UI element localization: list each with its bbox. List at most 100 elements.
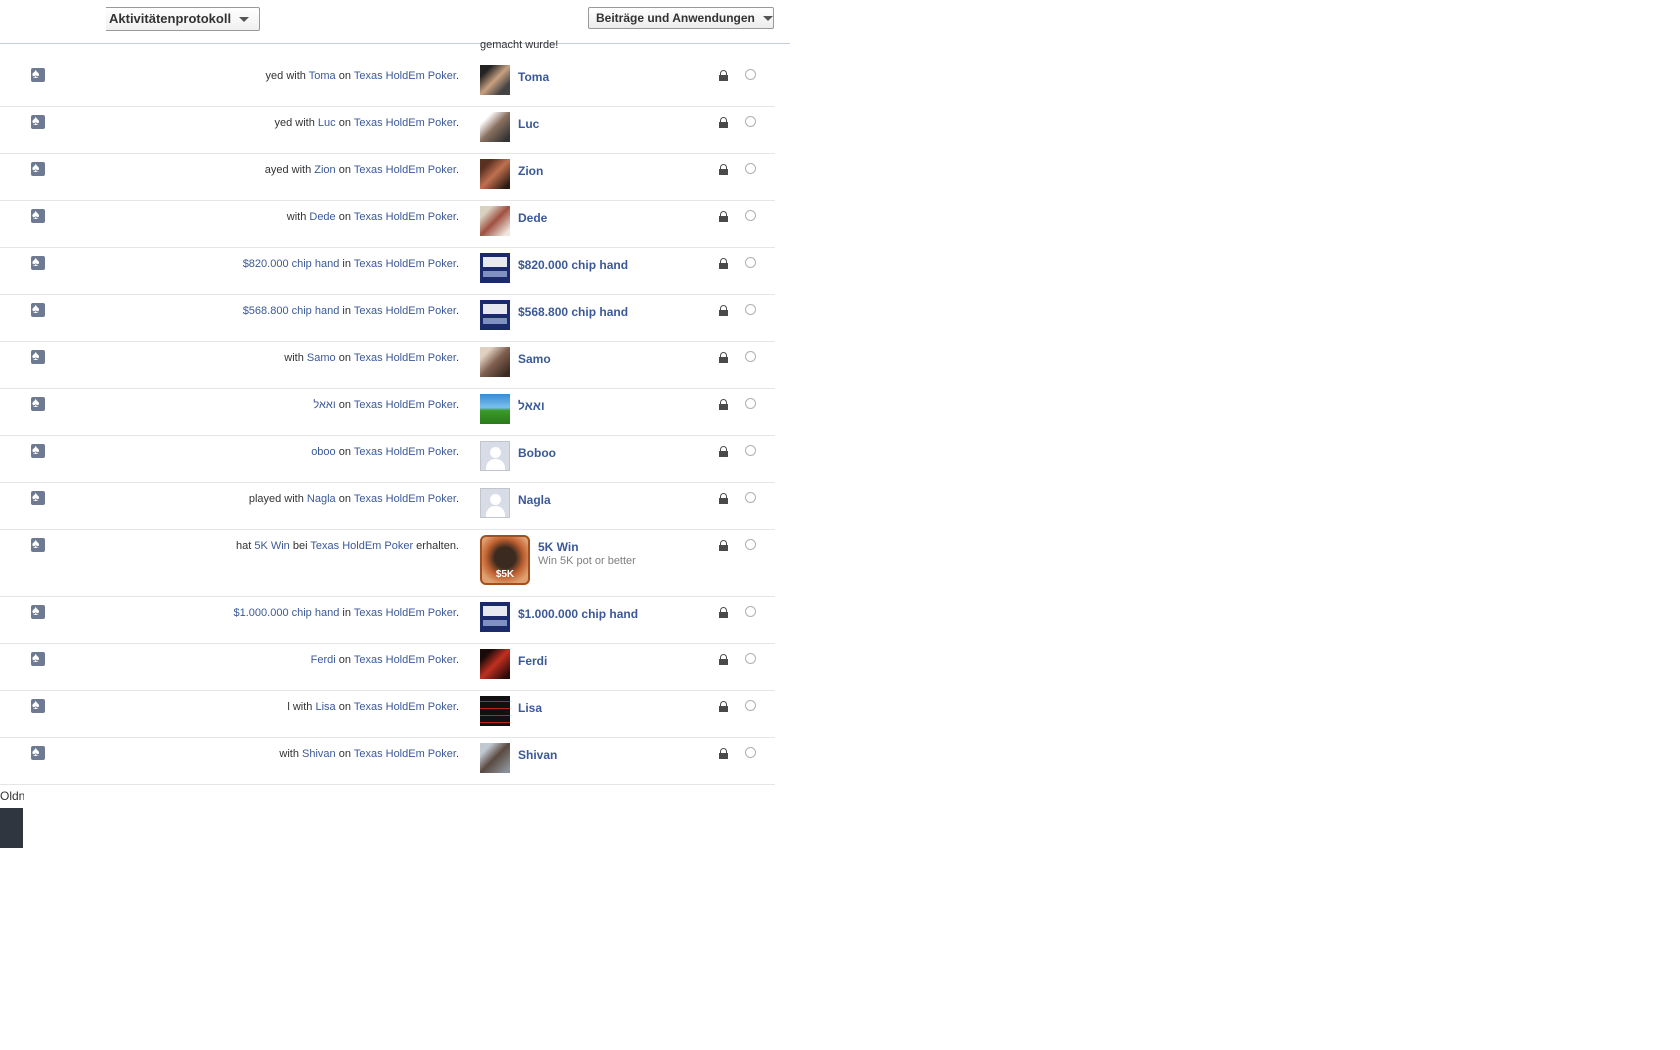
visibility-circle-icon[interactable] <box>745 700 756 711</box>
story-object-link[interactable]: Zion <box>314 164 335 176</box>
activity-row: yed with Luc on Texas HoldEm Poker.Luc <box>0 107 775 154</box>
visibility-circle-icon[interactable] <box>745 539 756 550</box>
story-thumbnail[interactable] <box>480 602 510 632</box>
story-object-link[interactable]: Shivan <box>302 748 336 760</box>
story-object-name[interactable]: Shivan <box>518 748 557 762</box>
lock-icon[interactable] <box>719 211 728 222</box>
app-link[interactable]: Texas HoldEm Poker <box>354 352 456 364</box>
app-link[interactable]: Texas HoldEm Poker <box>354 164 456 176</box>
story-thumbnail[interactable] <box>480 65 510 95</box>
app-link[interactable]: Texas HoldEm Poker <box>354 305 456 317</box>
lock-icon[interactable] <box>719 258 728 269</box>
story-thumbnail[interactable] <box>480 743 510 773</box>
app-link[interactable]: Texas HoldEm Poker <box>354 446 456 458</box>
story-thumbnail[interactable] <box>480 441 510 471</box>
story-object-link[interactable]: Toma <box>309 70 336 82</box>
activity-list: yed with Toma on Texas HoldEm Poker.Toma… <box>0 60 775 785</box>
lock-icon[interactable] <box>719 352 728 363</box>
story-thumbnail[interactable] <box>480 206 510 236</box>
story-object-link[interactable]: Dede <box>309 211 335 223</box>
story-object-link[interactable]: $820.000 chip hand <box>243 258 340 270</box>
story-object-link[interactable]: 5K Win <box>254 540 289 552</box>
story-object-name[interactable]: Zion <box>518 164 543 178</box>
app-link[interactable]: Texas HoldEm Poker <box>354 117 456 129</box>
visibility-circle-icon[interactable] <box>745 606 756 617</box>
story-thumbnail[interactable]: $5K <box>480 535 530 585</box>
app-link[interactable]: Texas HoldEm Poker <box>354 654 456 666</box>
app-link[interactable]: Texas HoldEm Poker <box>354 748 456 760</box>
visibility-circle-icon[interactable] <box>745 747 756 758</box>
lock-icon[interactable] <box>719 607 728 618</box>
visibility-circle-icon[interactable] <box>745 210 756 221</box>
lock-icon[interactable] <box>719 701 728 712</box>
app-link[interactable]: Texas HoldEm Poker <box>310 540 413 552</box>
spade-app-icon <box>31 441 45 458</box>
story-text: . <box>455 399 459 411</box>
story-object-link[interactable]: ואאל <box>313 399 335 411</box>
story-object-name[interactable]: $820.000 chip hand <box>518 258 628 272</box>
story-object-name[interactable]: Luc <box>518 117 539 131</box>
chat-bar-edge[interactable] <box>0 808 23 848</box>
story-object-link[interactable]: Lisa <box>315 701 335 713</box>
activity-row: with Dede on Texas HoldEm Poker.Dede <box>0 201 775 248</box>
story-object-link[interactable]: Ferdi <box>311 654 336 666</box>
story-object-name[interactable]: Boboo <box>518 446 556 460</box>
visibility-circle-icon[interactable] <box>745 653 756 664</box>
filter-dropdown-button[interactable]: Beiträge und Anwendungen <box>588 7 774 29</box>
lock-icon[interactable] <box>719 540 728 551</box>
story-object-name[interactable]: $568.800 chip hand <box>518 305 628 319</box>
activity-story: yed with Luc on Texas HoldEm Poker. <box>275 117 460 129</box>
story-thumbnail[interactable] <box>480 488 510 518</box>
app-link[interactable]: Texas HoldEm Poker <box>354 211 456 223</box>
story-object-name[interactable]: Lisa <box>518 701 542 715</box>
lock-icon[interactable] <box>719 70 728 81</box>
visibility-circle-icon[interactable] <box>745 492 756 503</box>
story-object-name[interactable]: Ferdi <box>518 654 547 668</box>
story-object-name[interactable]: $1.000.000 chip hand <box>518 607 638 621</box>
story-object-name[interactable]: Toma <box>518 70 549 84</box>
lock-icon[interactable] <box>719 654 728 665</box>
app-link[interactable]: Texas HoldEm Poker <box>354 493 456 505</box>
lock-icon[interactable] <box>719 493 728 504</box>
app-link[interactable]: Texas HoldEm Poker <box>354 70 456 82</box>
story-thumbnail[interactable] <box>480 696 510 726</box>
story-thumbnail[interactable] <box>480 300 510 330</box>
activity-story: Ferdi on Texas HoldEm Poker. <box>311 654 459 666</box>
story-thumbnail[interactable] <box>480 112 510 142</box>
story-thumbnail[interactable] <box>480 394 510 424</box>
visibility-circle-icon[interactable] <box>745 163 756 174</box>
story-object-link[interactable]: Luc <box>318 117 336 129</box>
story-object-name[interactable]: 5K Win <box>538 540 579 554</box>
visibility-circle-icon[interactable] <box>745 69 756 80</box>
lock-icon[interactable] <box>719 748 728 759</box>
lock-icon[interactable] <box>719 399 728 410</box>
visibility-circle-icon[interactable] <box>745 116 756 127</box>
story-object-link[interactable]: $568.800 chip hand <box>243 305 340 317</box>
visibility-circle-icon[interactable] <box>745 351 756 362</box>
story-object-name[interactable]: Dede <box>518 211 547 225</box>
visibility-circle-icon[interactable] <box>745 445 756 456</box>
app-link[interactable]: Texas HoldEm Poker <box>354 258 456 270</box>
story-thumbnail[interactable] <box>480 347 510 377</box>
visibility-circle-icon[interactable] <box>745 398 756 409</box>
app-link[interactable]: Texas HoldEm Poker <box>354 607 456 619</box>
story-object-name[interactable]: Nagla <box>518 493 551 507</box>
lock-icon[interactable] <box>719 305 728 316</box>
lock-icon[interactable] <box>719 117 728 128</box>
story-object-link[interactable]: $1.000.000 chip hand <box>234 607 340 619</box>
story-thumbnail[interactable] <box>480 649 510 679</box>
story-thumbnail[interactable] <box>480 159 510 189</box>
lock-icon[interactable] <box>719 446 728 457</box>
visibility-circle-icon[interactable] <box>745 304 756 315</box>
story-object-link[interactable]: Nagla <box>307 493 336 505</box>
spade-app-icon <box>31 602 45 619</box>
app-link[interactable]: Texas HoldEm Poker <box>354 399 456 411</box>
story-thumbnail[interactable] <box>480 253 510 283</box>
story-object-link[interactable]: Samo <box>307 352 336 364</box>
story-object-name[interactable]: Samo <box>518 352 551 366</box>
visibility-circle-icon[interactable] <box>745 257 756 268</box>
lock-icon[interactable] <box>719 164 728 175</box>
app-link[interactable]: Texas HoldEm Poker <box>354 701 456 713</box>
story-object-name[interactable]: ואאל <box>518 399 545 413</box>
story-object-link[interactable]: oboo <box>311 446 335 458</box>
